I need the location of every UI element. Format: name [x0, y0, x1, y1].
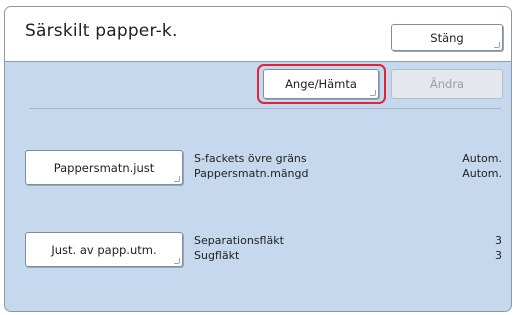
- paper-feed-amount-value: Autom.: [462, 167, 502, 180]
- change-button-label: Ändra: [429, 77, 465, 91]
- paper-feed-adjust-label: Pappersmatn.just: [53, 160, 155, 175]
- close-button-label: Stäng: [430, 30, 464, 45]
- paper-feed-adjust-button[interactable]: Pappersmatn.just: [25, 150, 183, 185]
- section-1-values: Autom. Autom.: [462, 151, 502, 181]
- tray-upper-limit-label: S-fackets övre gräns: [194, 152, 307, 165]
- section-2-values: 3 3: [495, 233, 502, 263]
- tray-upper-limit-value: Autom.: [462, 152, 502, 165]
- get-button-label: Ange/Hämta: [285, 77, 357, 91]
- section-1-labels: S-fackets övre gräns Pappersmatn.mängd: [194, 151, 309, 181]
- paper-feed-amount-label: Pappersmatn.mängd: [194, 167, 309, 180]
- get-button[interactable]: Ange/Hämta: [263, 69, 379, 99]
- change-button[interactable]: Ändra: [391, 69, 503, 99]
- separation-fan-label: Separationsfläkt: [194, 234, 284, 247]
- special-paper-dialog: Särskilt papper-k. Stäng Ange/Hämta Ändr…: [4, 6, 512, 312]
- paper-eject-adjust-button[interactable]: Just. av papp.utm.: [25, 232, 183, 267]
- dialog-header: Särskilt papper-k. Stäng: [5, 7, 511, 61]
- section-divider: [29, 108, 501, 109]
- paper-eject-adjust-label: Just. av papp.utm.: [51, 242, 157, 257]
- close-button[interactable]: Stäng: [391, 24, 503, 51]
- separation-fan-value: 3: [495, 234, 502, 247]
- header-divider: [5, 61, 511, 62]
- button-corner-mark: [174, 176, 180, 182]
- button-corner-mark: [174, 258, 180, 264]
- suction-fan-label: Sugfläkt: [194, 249, 240, 262]
- button-corner-mark: [494, 42, 500, 48]
- suction-fan-value: 3: [495, 249, 502, 262]
- page-title: Särskilt papper-k.: [25, 21, 178, 41]
- section-2-labels: Separationsfläkt Sugfläkt: [194, 233, 284, 263]
- button-corner-mark: [370, 90, 376, 96]
